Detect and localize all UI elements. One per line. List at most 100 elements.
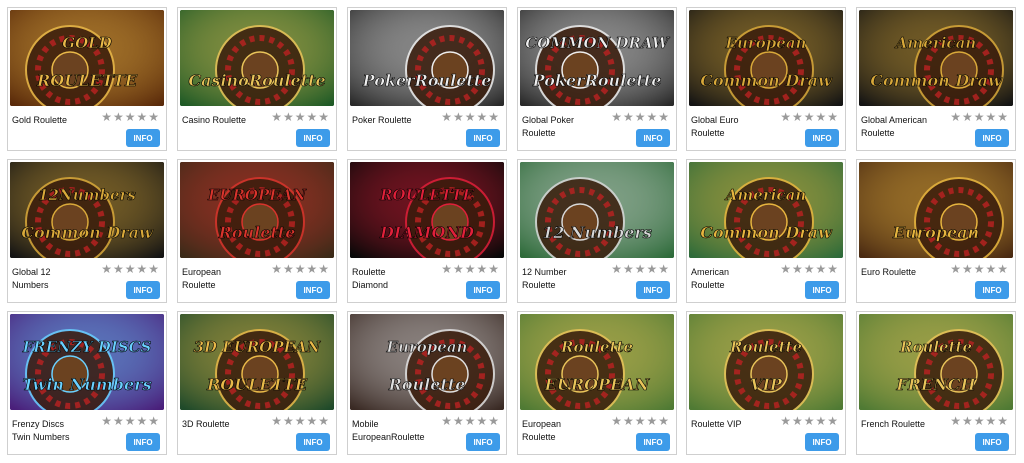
game-card[interactable]: Roulette EUROPEAN European Roulette ★★★★★ INF… <box>517 311 677 455</box>
info-button[interactable]: INFO <box>805 129 839 147</box>
info-button[interactable]: INFO <box>296 129 330 147</box>
game-name-line-2: Roulette <box>522 280 556 290</box>
thumb-subtitle: CasinoRoulette <box>188 71 325 90</box>
roulette-wheel-icon <box>535 177 625 258</box>
roulette-diamond-thumbnail[interactable]: ROULETTE DIAMOND <box>350 162 504 258</box>
game-name[interactable]: European Roulette <box>182 266 270 292</box>
euro-roulette-thumbnail[interactable]: European <box>859 162 1013 258</box>
american-roulette-thumbnail[interactable]: American Common Draw <box>689 162 843 258</box>
thumb-subtitle: EUROPEAN <box>544 375 651 394</box>
game-card[interactable]: ROULETTE DIAMOND Roulette Diamond ★★★★★ INFO <box>347 159 507 303</box>
3d-roulette-thumbnail[interactable]: 3D EUROPEAN ROULETTE <box>180 314 334 410</box>
info-button[interactable]: INFO <box>805 281 839 299</box>
info-button[interactable]: INFO <box>636 281 670 299</box>
game-card[interactable]: EUROPEAN Roulette European Roulette ★★★★★ INF… <box>177 159 337 303</box>
info-button[interactable]: INFO <box>636 433 670 451</box>
global-american-roulette-thumbnail[interactable]: American Common Draw <box>859 10 1013 106</box>
roulette-vip-thumbnail[interactable]: Roulette VIP <box>689 314 843 410</box>
game-card[interactable]: American Common Draw American Roulette ★★★★★… <box>686 159 846 303</box>
gold-roulette-thumbnail[interactable]: GOLD ROULETTE <box>10 10 164 106</box>
game-card[interactable]: Roulette VIP Roulette VIP ★★★★★ INFO <box>686 311 846 455</box>
info-button[interactable]: INFO <box>296 433 330 451</box>
info-button[interactable]: INFO <box>126 129 160 147</box>
casino-roulette-thumbnail[interactable]: CasinoRoulette <box>180 10 334 106</box>
european-roulette-2-thumbnail[interactable]: Roulette EUROPEAN <box>520 314 674 410</box>
game-card[interactable]: 3D EUROPEAN ROULETTE 3D Roulette ★★★★★ INFO <box>177 311 337 455</box>
game-card[interactable]: European Euro Roulette ★★★★★ INFO <box>856 159 1016 303</box>
info-button[interactable]: INFO <box>466 433 500 451</box>
game-card[interactable]: Roulette FRENCH French Roulette ★★★★★ INFO <box>856 311 1016 455</box>
game-card[interactable]: American Common Draw Global American Roulet… <box>856 7 1016 151</box>
game-name-line-1: Roulette VIP <box>691 419 742 429</box>
game-name-line-2: Roulette <box>522 128 556 138</box>
thumb-title: COMMON DRAW <box>525 34 671 52</box>
game-card[interactable]: GOLD ROULETTE Gold Roulette ★★★★★ INFO <box>7 7 167 151</box>
thumb-title: European <box>386 338 468 356</box>
info-button[interactable]: INFO <box>126 281 160 299</box>
game-name-line-1: Roulette <box>352 267 386 277</box>
global-euro-roulette-thumbnail[interactable]: European Common Draw <box>689 10 843 106</box>
european-roulette-thumbnail[interactable]: EUROPEAN Roulette <box>180 162 334 258</box>
game-card[interactable]: PokerRoulette Poker Roulette ★★★★★ INFO <box>347 7 507 151</box>
game-name[interactable]: Global American Roulette <box>861 114 949 140</box>
info-button[interactable]: INFO <box>126 433 160 451</box>
game-name[interactable]: 12 Number Roulette <box>522 266 610 292</box>
game-name[interactable]: Mobile EuropeanRoulette <box>352 418 440 444</box>
rating-stars-icon: ★★★★★ <box>441 414 500 428</box>
poker-roulette-thumbnail[interactable]: PokerRoulette <box>350 10 504 106</box>
game-card[interactable]: COMMON DRAW PokerRoulette Global Poker Roul… <box>517 7 677 151</box>
game-card[interactable]: European Common Draw Global Euro Roulette ★★… <box>686 7 846 151</box>
game-card[interactable]: 12 Numbers 12 Number Roulette ★★★★★ INFO <box>517 159 677 303</box>
game-name-line-1: 3D Roulette <box>182 419 230 429</box>
thumb-subtitle: Roulette <box>218 223 296 242</box>
thumb-title: 12Numbers <box>38 186 136 204</box>
info-button[interactable]: INFO <box>466 281 500 299</box>
thumb-subtitle: ROULETTE <box>36 71 138 90</box>
12-number-roulette-thumbnail[interactable]: 12 Numbers <box>520 162 674 258</box>
roulette-wheel-icon <box>914 177 1004 258</box>
game-name[interactable]: American Roulette <box>691 266 779 292</box>
thumb-subtitle: Common Draw <box>21 223 154 242</box>
game-name[interactable]: Frenzy Discs Twin Numbers <box>12 418 100 444</box>
game-name[interactable]: 3D Roulette <box>182 418 270 431</box>
info-button[interactable]: INFO <box>636 129 670 147</box>
game-card[interactable]: 12Numbers Common Draw Global 12 Numbers ★★★★… <box>7 159 167 303</box>
game-name[interactable]: Poker Roulette <box>352 114 440 127</box>
info-button[interactable]: INFO <box>975 129 1009 147</box>
game-name[interactable]: Euro Roulette <box>861 266 949 279</box>
info-button[interactable]: INFO <box>975 433 1009 451</box>
info-button[interactable]: INFO <box>975 281 1009 299</box>
mobile-european-roulette-thumbnail[interactable]: European Roulette <box>350 314 504 410</box>
rating-stars-icon: ★★★★★ <box>780 110 839 124</box>
global-12-numbers-thumbnail[interactable]: 12Numbers Common Draw <box>10 162 164 258</box>
info-button[interactable]: INFO <box>296 281 330 299</box>
game-name[interactable]: Roulette VIP <box>691 418 779 431</box>
game-name[interactable]: Gold Roulette <box>12 114 100 127</box>
game-name[interactable]: Global Poker Roulette <box>522 114 610 140</box>
info-button[interactable]: INFO <box>466 129 500 147</box>
rating-stars-icon: ★★★★★ <box>611 110 670 124</box>
game-name-line-1: Casino Roulette <box>182 115 247 125</box>
game-card[interactable]: CasinoRoulette Casino Roulette ★★★★★ INFO <box>177 7 337 151</box>
thumb-title: GOLD <box>62 34 111 52</box>
game-card[interactable]: European Roulette Mobile EuropeanRoulette ★★… <box>347 311 507 455</box>
thumb-title: 3D EUROPEAN <box>194 338 322 356</box>
game-name-line-2: Diamond <box>352 280 389 290</box>
frenzy-discs-thumbnail[interactable]: FRENZY DISCS Twin Numbers <box>10 314 164 410</box>
game-name[interactable]: Global 12 Numbers <box>12 266 100 292</box>
game-card[interactable]: FRENZY DISCS Twin Numbers Frenzy Discs Twin… <box>7 311 167 455</box>
thumb-subtitle: 12 Numbers <box>542 223 652 242</box>
game-name[interactable]: European Roulette <box>522 418 610 444</box>
game-name[interactable]: Casino Roulette <box>182 114 270 127</box>
game-name[interactable]: French Roulette <box>861 418 949 431</box>
game-name[interactable]: Global Euro Roulette <box>691 114 779 140</box>
game-name[interactable]: Roulette Diamond <box>352 266 440 292</box>
game-name-line-1: European <box>522 419 562 429</box>
game-name-line-1: Poker Roulette <box>352 115 412 125</box>
thumb-subtitle: FRENCH <box>895 375 976 394</box>
game-name-line-1: American <box>691 267 730 277</box>
info-button[interactable]: INFO <box>805 433 839 451</box>
global-poker-roulette-thumbnail[interactable]: COMMON DRAW PokerRoulette <box>520 10 674 106</box>
thumb-title: Roulette <box>560 338 633 356</box>
french-roulette-thumbnail[interactable]: Roulette FRENCH <box>859 314 1013 410</box>
